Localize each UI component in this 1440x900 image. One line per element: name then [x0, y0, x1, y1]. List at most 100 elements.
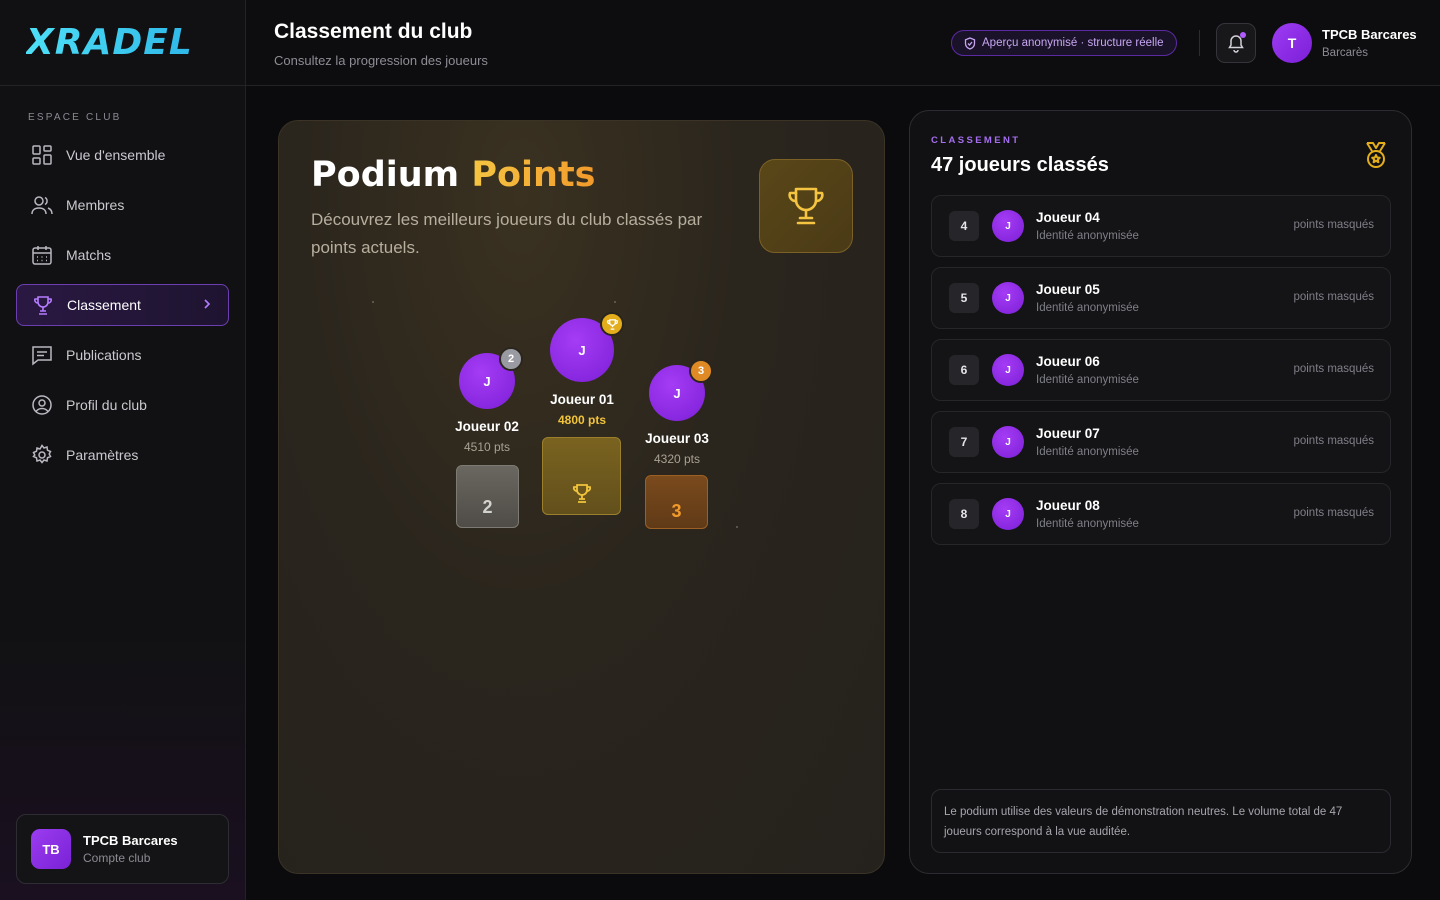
rank-badge-bronze: 3	[689, 359, 713, 383]
rank-badge-gold	[600, 312, 624, 336]
medal-icon	[1363, 141, 1389, 174]
sidebar-item-label: Profil du club	[66, 397, 147, 413]
player-subtitle: Identité anonymisée	[1036, 518, 1139, 530]
rank-number: 8	[949, 499, 979, 529]
sidebar: XRADEL ESPACE CLUB Vue d'ensemble Membre…	[0, 0, 246, 900]
rank-number: 5	[949, 283, 979, 313]
player-subtitle: Identité anonymisée	[1036, 446, 1139, 458]
sidebar-item-ranking[interactable]: Classement	[16, 284, 229, 326]
player-points: points masqués	[1293, 291, 1374, 303]
sidebar-item-club-profile[interactable]: Profil du club	[16, 384, 229, 426]
sidebar-item-label: Classement	[67, 297, 141, 313]
header-divider	[1199, 30, 1200, 56]
podium-player-3[interactable]: J 3 Joueur 03 4320 pts	[622, 359, 732, 466]
podium-title-main: Podium	[311, 155, 460, 195]
ranking-row[interactable]: 4 J Joueur 04 Identité anonymisée points…	[931, 195, 1391, 257]
user-avatar[interactable]: T	[1272, 23, 1312, 63]
player-name: Joueur 06	[1036, 354, 1100, 369]
player-points: points masqués	[1293, 435, 1374, 447]
player-avatar: J 3	[649, 359, 713, 421]
sidebar-item-label: Matchs	[66, 247, 112, 263]
podium-step-1	[542, 437, 621, 515]
ranking-row[interactable]: 6 J Joueur 06 Identité anonymisée points…	[931, 339, 1391, 401]
player-subtitle: Identité anonymisée	[1036, 374, 1139, 386]
sidebar-item-overview[interactable]: Vue d'ensemble	[16, 134, 229, 176]
logo-area: XRADEL	[0, 0, 245, 86]
shield-icon	[964, 36, 976, 50]
user-circle-icon	[30, 393, 54, 417]
podium-trophy-badge	[759, 159, 853, 253]
account-subtitle: Compte club	[83, 851, 151, 865]
player-avatar: J 2	[459, 347, 523, 409]
account-card[interactable]: TB TPCB Barcares Compte club	[16, 814, 229, 884]
sidebar-nav: Vue d'ensemble Membres Matchs Classement	[0, 134, 245, 476]
notification-dot	[1240, 32, 1246, 38]
player-name: Joueur 05	[1036, 282, 1100, 297]
player-points: points masqués	[1293, 363, 1374, 375]
sidebar-item-matches[interactable]: Matchs	[16, 234, 229, 276]
trophy-icon	[31, 293, 55, 317]
chevron-right-icon	[202, 297, 212, 314]
player-points: 4320 pts	[653, 452, 701, 466]
rank-number: 4	[949, 211, 979, 241]
gear-icon	[30, 443, 54, 467]
podium-description: Découvrez les meilleurs joueurs du club …	[311, 210, 703, 257]
player-avatar: J	[550, 312, 624, 382]
decor-speck	[372, 301, 374, 303]
player-subtitle: Identité anonymisée	[1036, 230, 1139, 242]
player-name: Joueur 08	[1036, 498, 1100, 513]
sidebar-item-label: Publications	[66, 347, 142, 363]
user-name[interactable]: TPCB Barcares	[1322, 27, 1417, 42]
ranking-title: 47 joueurs classés	[931, 154, 1109, 176]
player-name: Joueur 03	[645, 431, 709, 446]
trophy-icon	[783, 183, 829, 229]
brand-logo[interactable]: XRADEL	[26, 22, 193, 63]
podium-player-2[interactable]: J 2 Joueur 02 4510 pts	[432, 347, 542, 454]
rank-badge-silver: 2	[499, 347, 523, 371]
ranking-note: Le podium utilise des valeurs de démonst…	[931, 789, 1391, 853]
badge-label: Aperçu anonymisé · structure réelle	[982, 37, 1164, 49]
player-avatar: J	[992, 354, 1024, 386]
sidebar-item-settings[interactable]: Paramètres	[16, 434, 229, 476]
trophy-icon	[571, 482, 593, 504]
top-header: Classement du club Consultez la progress…	[246, 0, 1440, 86]
player-initial: J	[483, 373, 491, 389]
page-title: Classement du club	[274, 20, 473, 43]
ranking-label: CLASSEMENT	[931, 135, 1021, 146]
message-icon	[30, 343, 54, 367]
sidebar-item-publications[interactable]: Publications	[16, 334, 229, 376]
player-name: Joueur 07	[1036, 426, 1100, 441]
step-number: 3	[671, 500, 682, 521]
sidebar-item-members[interactable]: Membres	[16, 184, 229, 226]
account-avatar: TB	[31, 829, 71, 869]
sidebar-item-label: Membres	[66, 197, 125, 213]
user-location: Barcarès	[1322, 47, 1369, 59]
grid-icon	[30, 143, 54, 167]
player-subtitle: Identité anonymisée	[1036, 302, 1139, 314]
rank-number: 6	[949, 355, 979, 385]
ranking-row[interactable]: 7 J Joueur 07 Identité anonymisée points…	[931, 411, 1391, 473]
podium-card: Podium Points Découvrez les meilleurs jo…	[278, 120, 885, 874]
podium-player-1[interactable]: J Joueur 01 4800 pts	[527, 312, 637, 427]
users-icon	[30, 193, 54, 217]
notifications-button[interactable]	[1216, 23, 1256, 63]
trophy-icon	[606, 318, 618, 330]
player-points: 4510 pts	[463, 440, 511, 454]
player-name: Joueur 02	[455, 419, 519, 434]
rank-number: 7	[949, 427, 979, 457]
decor-speck	[736, 526, 738, 528]
ranking-row[interactable]: 8 J Joueur 08 Identité anonymisée points…	[931, 483, 1391, 545]
player-name: Joueur 04	[1036, 210, 1100, 225]
page-subtitle: Consultez la progression des joueurs	[274, 53, 488, 68]
ranking-card: CLASSEMENT 47 joueurs classés 4 J Joueur…	[909, 110, 1412, 874]
sidebar-item-label: Paramètres	[66, 447, 139, 463]
ranking-row[interactable]: 5 J Joueur 05 Identité anonymisée points…	[931, 267, 1391, 329]
sidebar-item-label: Vue d'ensemble	[66, 147, 166, 163]
player-avatar: J	[992, 426, 1024, 458]
player-points: points masqués	[1293, 219, 1374, 231]
step-number: 2	[482, 497, 493, 517]
podium-title-accent: Points	[471, 155, 596, 195]
player-name: Joueur 01	[550, 392, 614, 407]
player-points: points masqués	[1293, 507, 1374, 519]
decor-speck	[614, 301, 616, 303]
